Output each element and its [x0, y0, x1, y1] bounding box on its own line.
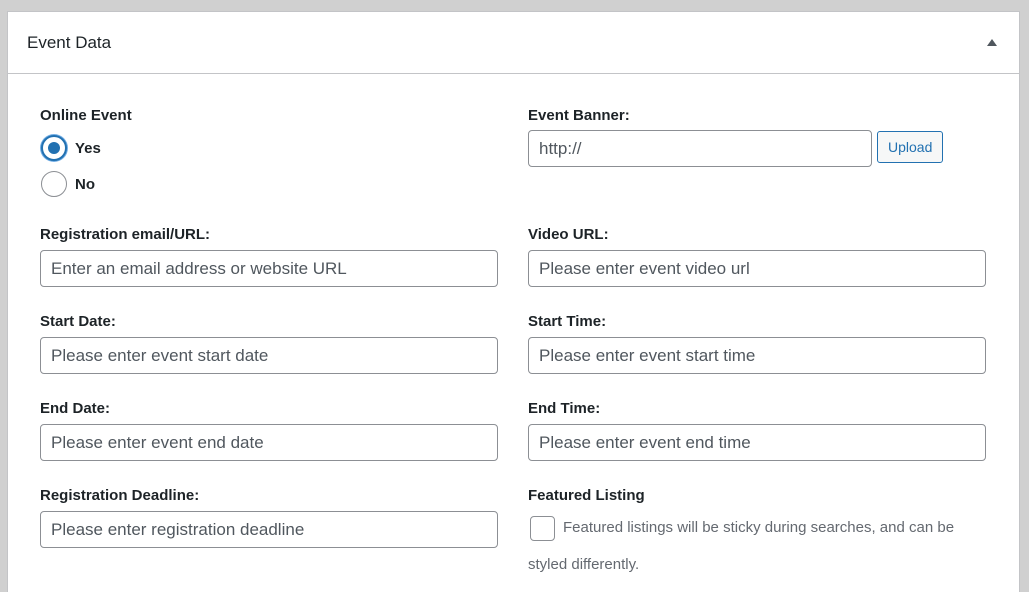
featured-listing-description: Featured listings will be sticky during … [528, 519, 955, 573]
video-url-label: Video URL: [528, 226, 609, 243]
video-url-input[interactable] [528, 250, 986, 287]
registration-input[interactable] [40, 250, 498, 287]
event-banner-input[interactable] [528, 130, 872, 167]
deadline-label: Registration Deadline: [40, 487, 200, 504]
online-event-label: Online Event [40, 107, 132, 124]
start-time-label: Start Time: [528, 313, 607, 330]
triangle-up-icon[interactable] [985, 36, 999, 50]
start-date-label: Start Date: [40, 313, 116, 330]
registration-label: Registration email/URL: [40, 226, 211, 243]
radio-selected-dot [48, 142, 60, 154]
start-date-input[interactable] [40, 337, 498, 374]
event-data-panel: Event Data Online Event Yes No Registrat… [7, 11, 1020, 592]
radio-no[interactable] [41, 171, 67, 197]
end-date-label: End Date: [40, 400, 111, 417]
online-event-yes-option[interactable]: Yes [41, 135, 101, 161]
start-time-input[interactable] [528, 337, 986, 374]
radio-yes-label: Yes [75, 139, 101, 157]
end-time-label: End Time: [528, 400, 601, 417]
online-event-no-option[interactable]: No [41, 171, 95, 197]
panel-title: Event Data [27, 33, 112, 52]
radio-no-label: No [75, 175, 95, 193]
featured-listing-label: Featured Listing [528, 487, 645, 504]
panel-header[interactable]: Event Data [8, 12, 1019, 74]
end-time-input[interactable] [528, 424, 986, 461]
event-banner-label: Event Banner: [528, 107, 630, 124]
radio-yes[interactable] [41, 135, 67, 161]
deadline-input[interactable] [40, 511, 498, 548]
upload-button[interactable]: Upload [877, 131, 944, 163]
end-date-input[interactable] [40, 424, 498, 461]
